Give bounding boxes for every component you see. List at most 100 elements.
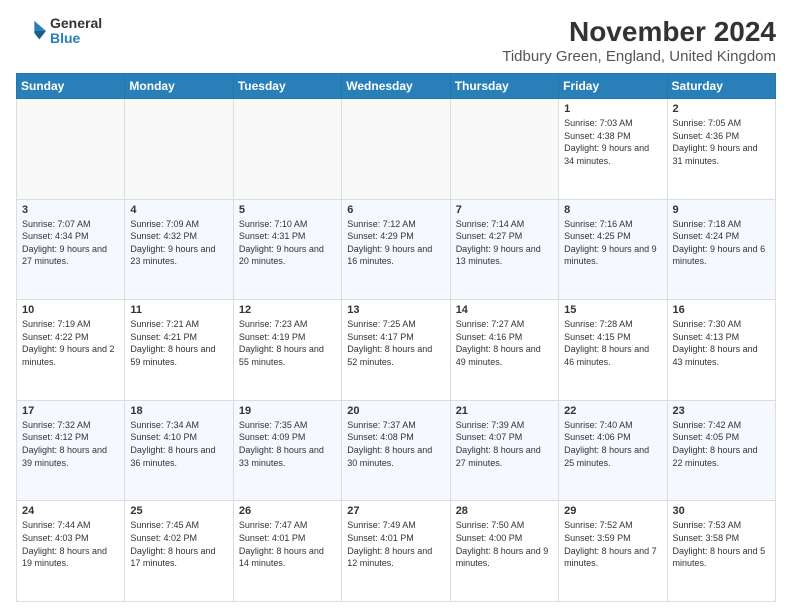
day-number: 15 — [564, 304, 661, 316]
day-info: Sunrise: 7:03 AMSunset: 4:38 PMDaylight:… — [564, 117, 661, 167]
day-number: 26 — [239, 505, 336, 517]
day-info: Sunrise: 7:19 AMSunset: 4:22 PMDaylight:… — [22, 318, 119, 368]
day-info: Sunrise: 7:37 AMSunset: 4:08 PMDaylight:… — [347, 419, 444, 469]
calendar-cell: 12 Sunrise: 7:23 AMSunset: 4:19 PMDayligh… — [233, 300, 341, 401]
calendar-week-row: 3Sunrise: 7:07 AMSunset: 4:34 PMDaylight… — [17, 199, 776, 300]
day-info: Sunrise: 7:32 AMSunset: 4:12 PMDaylight:… — [22, 419, 119, 469]
day-number: 28 — [456, 505, 553, 517]
calendar-cell: 23 Sunrise: 7:42 AMSunset: 4:05 PMDayligh… — [667, 400, 775, 501]
calendar-cell: 8Sunrise: 7:16 AMSunset: 4:25 PMDaylight… — [559, 199, 667, 300]
calendar-cell: 26 Sunrise: 7:47 AMSunset: 4:01 PMDayligh… — [233, 501, 341, 602]
day-info: Sunrise: 7:39 AMSunset: 4:07 PMDaylight:… — [456, 419, 553, 469]
day-info: Sunrise: 7:05 AMSunset: 4:36 PMDaylight:… — [673, 117, 770, 167]
day-info: Sunrise: 7:27 AMSunset: 4:16 PMDaylight:… — [456, 318, 553, 368]
calendar-cell — [450, 99, 558, 200]
day-info: Sunrise: 7:42 AMSunset: 4:05 PMDaylight:… — [673, 419, 770, 469]
header: General Blue November 2024 Tidbury Green… — [16, 16, 776, 65]
day-number: 2 — [673, 103, 770, 115]
calendar-header-friday: Friday — [559, 74, 667, 99]
calendar-cell: 9Sunrise: 7:18 AMSunset: 4:24 PMDaylight… — [667, 199, 775, 300]
calendar-cell: 16Sunrise: 7:30 AMSunset: 4:13 PMDayligh… — [667, 300, 775, 401]
calendar-header-sunday: Sunday — [17, 74, 125, 99]
day-info: Sunrise: 7:23 AMSunset: 4:19 PMDaylight:… — [239, 318, 336, 368]
day-number: 7 — [456, 204, 553, 216]
day-number: 10 — [22, 304, 119, 316]
calendar-header-wednesday: Wednesday — [342, 74, 450, 99]
day-number: 6 — [347, 204, 444, 216]
day-info: Sunrise: 7:49 AMSunset: 4:01 PMDaylight:… — [347, 519, 444, 569]
day-number: 5 — [239, 204, 336, 216]
day-number: 25 — [130, 505, 227, 517]
day-info: Sunrise: 7:16 AMSunset: 4:25 PMDaylight:… — [564, 218, 661, 268]
page: General Blue November 2024 Tidbury Green… — [0, 0, 792, 612]
day-info: Sunrise: 7:47 AMSunset: 4:01 PMDaylight:… — [239, 519, 336, 569]
calendar-cell — [342, 99, 450, 200]
calendar-cell: 6 Sunrise: 7:12 AMSunset: 4:29 PMDaylight… — [342, 199, 450, 300]
day-info: Sunrise: 7:12 AMSunset: 4:29 PMDaylight:… — [347, 218, 444, 268]
calendar-cell: 13 Sunrise: 7:25 AMSunset: 4:17 PMDayligh… — [342, 300, 450, 401]
calendar-cell: 14 Sunrise: 7:27 AMSunset: 4:16 PMDayligh… — [450, 300, 558, 401]
day-info: Sunrise: 7:21 AMSunset: 4:21 PMDaylight:… — [130, 318, 227, 368]
calendar-table: SundayMondayTuesdayWednesdayThursdayFrid… — [16, 73, 776, 602]
calendar-cell: 25 Sunrise: 7:45 AMSunset: 4:02 PMDayligh… — [125, 501, 233, 602]
day-number: 20 — [347, 405, 444, 417]
day-number: 12 — [239, 304, 336, 316]
calendar-cell: 27 Sunrise: 7:49 AMSunset: 4:01 PMDayligh… — [342, 501, 450, 602]
day-number: 4 — [130, 204, 227, 216]
calendar-cell: 3Sunrise: 7:07 AMSunset: 4:34 PMDaylight… — [17, 199, 125, 300]
day-number: 11 — [130, 304, 227, 316]
day-info: Sunrise: 7:45 AMSunset: 4:02 PMDaylight:… — [130, 519, 227, 569]
calendar-cell — [125, 99, 233, 200]
day-number: 30 — [673, 505, 770, 517]
title-block: November 2024 Tidbury Green, England, Un… — [502, 16, 776, 65]
day-info: Sunrise: 7:10 AMSunset: 4:31 PMDaylight:… — [239, 218, 336, 268]
calendar-cell: 22 Sunrise: 7:40 AMSunset: 4:06 PMDayligh… — [559, 400, 667, 501]
calendar-week-row: 10 Sunrise: 7:19 AMSunset: 4:22 PMDayligh… — [17, 300, 776, 401]
calendar-cell: 1 Sunrise: 7:03 AMSunset: 4:38 PMDaylight… — [559, 99, 667, 200]
day-info: Sunrise: 7:34 AMSunset: 4:10 PMDaylight:… — [130, 419, 227, 469]
calendar-cell: 29Sunrise: 7:52 AMSunset: 3:59 PMDayligh… — [559, 501, 667, 602]
logo-icon — [16, 16, 46, 46]
day-number: 27 — [347, 505, 444, 517]
day-info: Sunrise: 7:44 AMSunset: 4:03 PMDaylight:… — [22, 519, 119, 569]
calendar-header-row: SundayMondayTuesdayWednesdayThursdayFrid… — [17, 74, 776, 99]
day-info: Sunrise: 7:09 AMSunset: 4:32 PMDaylight:… — [130, 218, 227, 268]
calendar-cell — [233, 99, 341, 200]
calendar-cell: 5 Sunrise: 7:10 AMSunset: 4:31 PMDaylight… — [233, 199, 341, 300]
logo: General Blue — [16, 16, 102, 47]
day-number: 23 — [673, 405, 770, 417]
calendar-cell: 21 Sunrise: 7:39 AMSunset: 4:07 PMDayligh… — [450, 400, 558, 501]
day-number: 22 — [564, 405, 661, 417]
logo-general: General — [50, 16, 102, 31]
calendar-cell: 17 Sunrise: 7:32 AMSunset: 4:12 PMDayligh… — [17, 400, 125, 501]
day-number: 21 — [456, 405, 553, 417]
calendar-cell — [17, 99, 125, 200]
day-info: Sunrise: 7:40 AMSunset: 4:06 PMDaylight:… — [564, 419, 661, 469]
calendar-cell: 15 Sunrise: 7:28 AMSunset: 4:15 PMDayligh… — [559, 300, 667, 401]
calendar-week-row: 17 Sunrise: 7:32 AMSunset: 4:12 PMDayligh… — [17, 400, 776, 501]
calendar-cell: 20 Sunrise: 7:37 AMSunset: 4:08 PMDayligh… — [342, 400, 450, 501]
calendar-cell: 18Sunrise: 7:34 AMSunset: 4:10 PMDayligh… — [125, 400, 233, 501]
main-title: November 2024 — [502, 16, 776, 48]
day-number: 14 — [456, 304, 553, 316]
day-number: 24 — [22, 505, 119, 517]
day-info: Sunrise: 7:14 AMSunset: 4:27 PMDaylight:… — [456, 218, 553, 268]
day-number: 16 — [673, 304, 770, 316]
day-info: Sunrise: 7:18 AMSunset: 4:24 PMDaylight:… — [673, 218, 770, 268]
day-number: 13 — [347, 304, 444, 316]
day-info: Sunrise: 7:25 AMSunset: 4:17 PMDaylight:… — [347, 318, 444, 368]
calendar-header-tuesday: Tuesday — [233, 74, 341, 99]
calendar-header-saturday: Saturday — [667, 74, 775, 99]
day-number: 3 — [22, 204, 119, 216]
calendar-cell: 2 Sunrise: 7:05 AMSunset: 4:36 PMDaylight… — [667, 99, 775, 200]
day-number: 17 — [22, 405, 119, 417]
calendar-week-row: 1 Sunrise: 7:03 AMSunset: 4:38 PMDaylight… — [17, 99, 776, 200]
day-info: Sunrise: 7:53 AMSunset: 3:58 PMDaylight:… — [673, 519, 770, 569]
calendar-cell: 4 Sunrise: 7:09 AMSunset: 4:32 PMDaylight… — [125, 199, 233, 300]
day-info: Sunrise: 7:28 AMSunset: 4:15 PMDaylight:… — [564, 318, 661, 368]
day-number: 1 — [564, 103, 661, 115]
calendar-cell: 24 Sunrise: 7:44 AMSunset: 4:03 PMDayligh… — [17, 501, 125, 602]
day-number: 29 — [564, 505, 661, 517]
calendar-cell: 10 Sunrise: 7:19 AMSunset: 4:22 PMDayligh… — [17, 300, 125, 401]
calendar-header-thursday: Thursday — [450, 74, 558, 99]
